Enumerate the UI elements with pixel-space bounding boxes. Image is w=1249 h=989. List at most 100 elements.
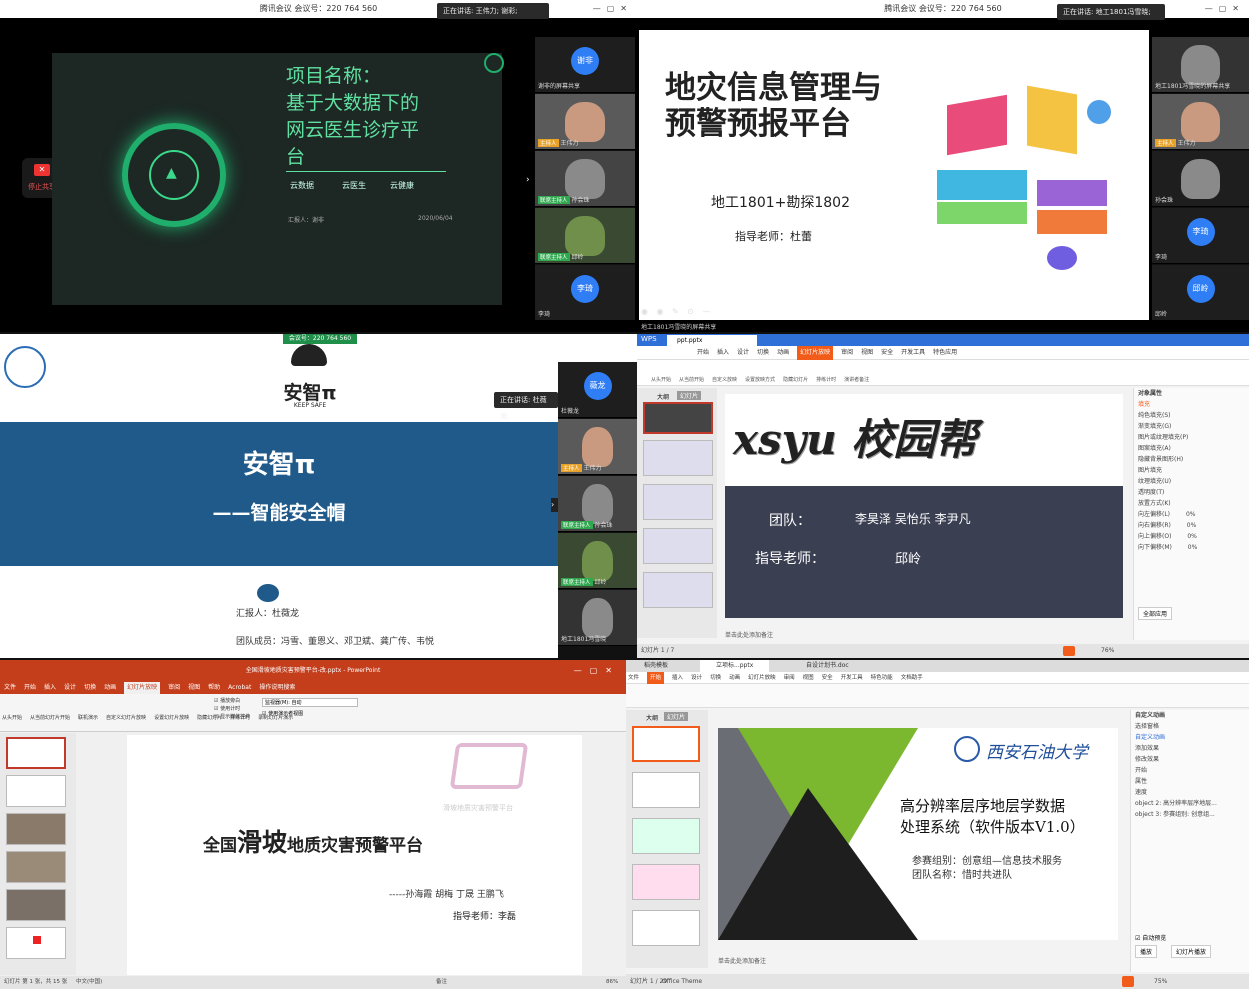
menu-item[interactable]: 切换 [84, 682, 96, 694]
menu-item[interactable]: 安全 [881, 346, 893, 360]
play-button[interactable]: 播放 [1135, 945, 1158, 958]
participant-tile[interactable]: 地工1801冯雪晓的屏幕共享 [1152, 37, 1249, 93]
participant-tile[interactable]: 联席主持人 孙会珠 [535, 151, 635, 207]
participant-tile[interactable]: 联席主持人 孙会珠 [558, 476, 637, 532]
ribbon-button[interactable]: 设置幻灯片放映 [154, 714, 189, 721]
menu-item-active[interactable]: 幻灯片放映 [124, 682, 161, 694]
panel-item[interactable]: 自定义动画 [1131, 732, 1249, 743]
notes-placeholder[interactable]: 单击此处添加备注 [718, 956, 766, 965]
auto-preview-checkbox[interactable]: ☑ 自动预览 [1135, 933, 1166, 942]
apply-all-button[interactable]: 全部应用 [1138, 607, 1173, 620]
slide-thumb[interactable] [6, 851, 66, 883]
participant-tile[interactable]: 联席主持人 邱岭 [535, 208, 635, 264]
menu-item[interactable]: 文件 [628, 672, 639, 684]
notes-placeholder[interactable]: 单击此处添加备注 [725, 630, 773, 639]
ribbon-button[interactable]: 从头开始 [2, 714, 22, 721]
doc-tab-active[interactable]: 立项标...pptx [700, 660, 770, 672]
prop-row[interactable]: 向左偏移(L) 0% [1134, 509, 1249, 520]
menu-item[interactable]: 插入 [672, 672, 683, 684]
participant-tile[interactable]: 孙会珠 [1152, 151, 1249, 207]
menu-item[interactable]: 审阅 [841, 346, 853, 360]
slide-thumb[interactable] [643, 528, 713, 564]
anim-item[interactable]: object 3: 参赛组别: 创意组... [1131, 809, 1249, 820]
window-controls[interactable]: —▢✕ [574, 660, 620, 682]
slide-thumb[interactable] [643, 402, 713, 434]
doc-tab[interactable]: 自设计划书.doc [806, 660, 849, 672]
menu-item[interactable]: 动画 [104, 682, 116, 694]
anim-item[interactable]: object 2: 高分辨率层序地层... [1131, 798, 1249, 809]
window-controls[interactable]: —▢✕ [1205, 0, 1245, 18]
panel-item[interactable]: 修改效果 [1131, 754, 1249, 765]
menu-item[interactable]: 设计 [691, 672, 702, 684]
prop-row[interactable]: 透明度(T) [1134, 487, 1249, 498]
add-effect-button[interactable]: 添加效果 [1131, 743, 1249, 754]
window-controls[interactable]: —▢✕ [593, 0, 633, 18]
slideshow-button[interactable]: 幻灯片播放 [1171, 945, 1212, 958]
slide-thumb[interactable] [632, 910, 700, 946]
prop-row[interactable]: 图片填充 [1134, 465, 1249, 476]
panel-item[interactable]: 开始 [1131, 765, 1249, 776]
prop-row[interactable]: 填充 [1134, 399, 1249, 410]
menu-item[interactable]: 切换 [757, 346, 769, 360]
participant-tile[interactable]: 李琦 李琦 [535, 265, 635, 321]
participant-tile[interactable]: 主持人 王伟力 [535, 94, 635, 150]
menu-item[interactable]: 特色功能 [871, 672, 893, 684]
panel-tab-active[interactable]: 幻灯片 [677, 391, 702, 400]
prop-row[interactable]: 纹理填充(U) [1134, 476, 1249, 487]
prop-row[interactable]: 向上偏移(O) 0% [1134, 531, 1249, 542]
slide-thumb[interactable] [6, 927, 66, 959]
checkbox[interactable]: ☑ 使用计时 [214, 705, 250, 713]
panel-item[interactable]: 选择窗格 [1131, 721, 1249, 732]
play-icon[interactable] [1122, 976, 1134, 987]
slide-thumb[interactable] [6, 775, 66, 807]
prop-row[interactable]: 纯色填充(S) [1134, 410, 1249, 421]
doc-tab[interactable]: 稻壳模板 [644, 660, 668, 672]
menu-item[interactable]: 开发工具 [901, 346, 925, 360]
slide-thumb[interactable] [643, 484, 713, 520]
menu-item[interactable]: 审阅 [784, 672, 795, 684]
prop-row[interactable]: 图案填充(A) [1134, 443, 1249, 454]
ribbon-button[interactable]: 联机演示 [78, 714, 98, 721]
play-icon[interactable] [1063, 646, 1075, 656]
participant-tile[interactable]: 谢非 谢非的屏幕共享 [535, 37, 635, 93]
ribbon-button[interactable]: 自定义幻灯片放映 [106, 714, 146, 721]
panel-tab[interactable]: 大纲 [657, 392, 669, 401]
slide-thumb[interactable] [6, 813, 66, 845]
prop-row[interactable]: 向右偏移(R) 0% [1134, 520, 1249, 531]
prop-row[interactable]: 图片或纹理填充(P) [1134, 432, 1249, 443]
participant-tile[interactable]: 主持人 王伟力 [1152, 94, 1249, 150]
menu-item[interactable]: 幻灯片放映 [748, 672, 776, 684]
menu-item[interactable]: 插入 [717, 346, 729, 360]
menu-item[interactable]: Acrobat [228, 682, 251, 694]
slide-thumb[interactable] [632, 726, 700, 762]
menu-item[interactable]: 文件 [4, 682, 16, 694]
panel-item[interactable]: 速度 [1131, 787, 1249, 798]
panel-item[interactable]: 属性 [1131, 776, 1249, 787]
participant-tile[interactable]: 主持人 王伟力 [558, 419, 637, 475]
menu-item[interactable]: 安全 [822, 672, 833, 684]
menu-item[interactable]: 设计 [737, 346, 749, 360]
slide-thumb[interactable] [6, 737, 66, 769]
menu-item[interactable]: 视图 [803, 672, 814, 684]
prop-row[interactable]: 向下偏移(M) 0% [1134, 542, 1249, 553]
slide-thumb[interactable] [632, 864, 700, 900]
participant-tile[interactable]: 李琦 李琦 [1152, 208, 1249, 264]
menu-item-active[interactable]: 幻灯片放映 [797, 346, 834, 360]
monitor-select[interactable]: 监视器(M): 自动 [262, 698, 358, 707]
prop-row[interactable]: 渐变填充(G) [1134, 421, 1249, 432]
menu-item[interactable]: 视图 [861, 346, 873, 360]
notes-button[interactable]: 备注 [436, 976, 447, 989]
menu-item[interactable]: 操作说明搜索 [259, 682, 295, 694]
participant-tile[interactable]: 联席主持人 邱岭 [558, 533, 637, 589]
chevron-right-icon[interactable]: › [1144, 172, 1148, 182]
chevron-right-icon[interactable]: › [551, 498, 558, 512]
ribbon-button[interactable]: 从当前幻灯片开始 [30, 714, 70, 721]
menu-item[interactable]: 插入 [44, 682, 56, 694]
checkbox[interactable]: ☑ 播放旁白 [214, 697, 250, 705]
panel-tab-active[interactable]: 幻灯片 [664, 712, 689, 721]
panel-tab[interactable]: 大纲 [646, 713, 658, 722]
wps-toolbar[interactable] [626, 684, 1249, 708]
menu-item[interactable]: 设计 [64, 682, 76, 694]
menu-item[interactable]: 动画 [777, 346, 789, 360]
chevron-right-icon[interactable]: › [526, 175, 530, 185]
